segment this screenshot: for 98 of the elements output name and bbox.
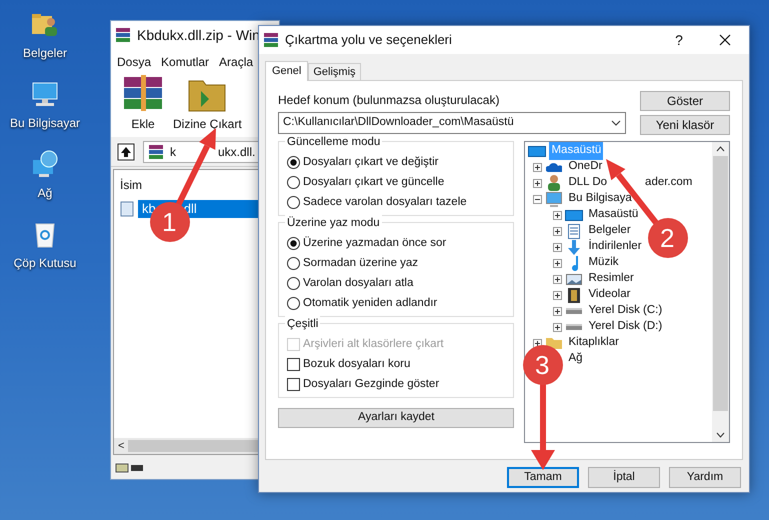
annotation-number: 2 [660,225,674,251]
expand-icon[interactable] [553,290,562,300]
button[interactable]: Yardım [669,467,741,488]
desktop-icon-label[interactable]: Belgeler [22,44,68,62]
menu-item[interactable]: Komutlar [161,53,210,71]
button[interactable]: Yeni klasör [640,115,730,135]
checkbox[interactable] [287,358,300,371]
document-icon [568,224,580,238]
tab[interactable]: Gelişmiş [308,63,361,80]
radio-button[interactable] [287,176,300,189]
expand-icon[interactable] [553,210,562,220]
music-note-icon [570,256,578,270]
option-label[interactable]: Üzerine yazmadan önce sor [303,234,446,252]
archive-books-icon [263,32,279,48]
tree-item[interactable]: Yerel Disk (C:) [586,302,664,320]
expand-icon[interactable] [533,162,542,172]
annotation-number: 3 [535,352,550,378]
checkbox[interactable] [287,378,300,391]
radio-button[interactable] [287,196,300,209]
tree-item[interactable]: Videolar [586,286,632,304]
tree-item[interactable]: DLL Do [566,174,610,192]
option-label[interactable]: Dosyaları Gezginde göster [303,376,440,394]
option-label[interactable]: Varolan dosyaları atla [303,274,414,292]
tree-item[interactable]: Kitaplıklar [566,334,621,352]
tree-item[interactable]: Bu Bilgisaya [566,190,634,208]
option-label[interactable]: Otomatik yeniden adlandır [303,294,438,312]
option-label[interactable]: Bozuk dosyaları koru [303,356,410,374]
drive-key-icon [115,462,145,474]
tree-item[interactable]: Ağ [566,350,585,368]
help-button[interactable]: ? [659,30,699,50]
tree-item[interactable]: Yerel Disk (D:) [586,318,664,336]
radio-button[interactable] [287,237,300,250]
desktop-icon [565,210,584,220]
radio-button[interactable] [287,277,300,290]
toolbar-button[interactable]: Ekle [121,73,165,133]
button[interactable]: Göster [640,91,730,111]
desktop-icon-label[interactable]: Bu Bilgisayar [10,114,80,132]
scroll-left-arrow[interactable]: < [114,438,128,454]
toolbar-button[interactable]: Dizine Çıkart [173,73,242,133]
close-icon [719,34,731,46]
archive-books-icon [148,144,164,160]
collapse-icon[interactable] [533,194,542,204]
desktop-icon [528,146,546,156]
expand-icon[interactable] [533,338,542,348]
field-label: Hedef konum (bulunmazsa oluşturulacak) [278,92,500,109]
desktop-icon-label[interactable]: Ağ [38,184,52,202]
button[interactable]: İptal [588,467,660,488]
tree-item[interactable]: Müzik [586,254,620,272]
expand-icon[interactable] [553,242,562,252]
cloud-icon [546,162,562,172]
tree-item[interactable]: ader.com [645,174,692,192]
option-label[interactable]: Sormadan üzerine yaz [303,254,418,272]
expand-icon[interactable] [553,306,562,316]
monitor-icon [546,192,562,206]
folder-icon [546,338,562,348]
file-icon [120,201,134,217]
download-arrow-icon [568,240,580,254]
vertical-scrollbar[interactable] [712,142,729,442]
up-folder-button-icon[interactable] [117,142,135,160]
expand-icon[interactable] [553,258,562,268]
address-text: ukx.dll. [218,144,256,160]
destination-field[interactable]: C:\Kullanıcılar\DllDownloader_com\Masaüstü [278,112,626,134]
expand-icon[interactable] [553,274,562,284]
archive-books-icon [121,73,165,113]
scrollbar-thumb[interactable] [713,156,728,411]
column-header[interactable]: İsim [114,170,148,200]
tree-item[interactable]: Belgeler [586,222,633,240]
address-text: k [170,144,176,160]
menu-item[interactable]: Dosya [117,53,152,71]
person-icon [548,175,560,191]
globe-computer-icon[interactable] [30,150,60,180]
archive-books-icon [115,27,131,43]
tree-item[interactable]: İndirilenler [586,238,644,256]
annotation-badge [648,218,688,258]
desktop-icon-label[interactable]: Çöp Kutusu [14,254,76,272]
film-icon [568,288,580,302]
annotation-badge [523,345,563,385]
expand-icon[interactable] [553,226,562,236]
option-label[interactable]: Dosyaları çıkart ve değiştir [303,154,438,172]
tree-item[interactable]: Resimler [586,270,636,288]
option-label[interactable]: Sadece varolan dosyaları tazele [303,194,467,212]
tree-item[interactable]: Masaüstü [586,206,640,224]
menu-item[interactable]: Araçla [219,53,254,71]
expand-icon[interactable] [533,178,542,188]
picture-icon [566,274,582,284]
save-settings-button[interactable]: Ayarları kaydet [278,408,514,428]
tree-item[interactable]: OneDr [566,158,604,176]
expand-icon[interactable] [553,322,562,332]
radio-button[interactable] [287,257,300,270]
button[interactable]: Tamam [507,467,579,488]
radio-button[interactable] [287,297,300,310]
drive-icon [566,324,582,330]
radio-button[interactable] [287,156,300,169]
drive-icon [566,308,582,314]
dialog-title: Çıkartma yolu ve seçenekleri [285,31,453,50]
option-label[interactable]: Dosyaları çıkart ve güncelle [303,174,444,192]
tab[interactable]: Genel [265,61,308,81]
dropdown-caret-icon[interactable] [611,120,621,126]
